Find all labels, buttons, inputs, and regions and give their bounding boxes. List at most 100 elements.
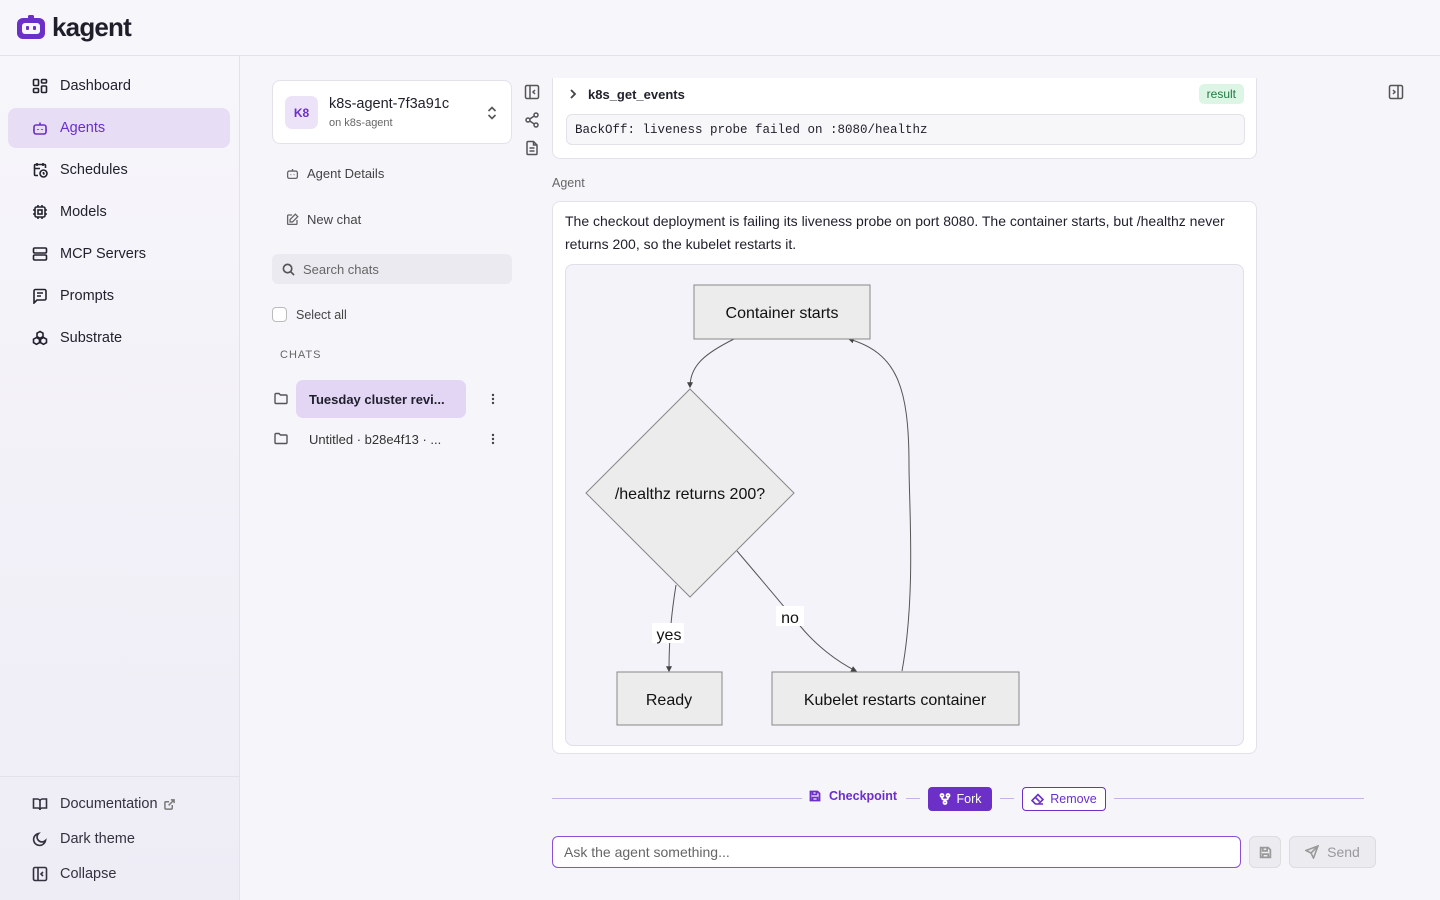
more-vertical-icon[interactable]: [488, 432, 498, 446]
external-link-icon: [163, 798, 175, 810]
cpu-icon: [33, 205, 47, 219]
more-vertical-icon[interactable]: [488, 392, 498, 406]
sidebar-item-prompts[interactable]: Prompts: [8, 276, 230, 316]
sidebar-item-label: Prompts: [60, 288, 114, 304]
sidebar-item-label: Agents: [60, 120, 106, 136]
edge-restart-loop: [847, 337, 912, 672]
brand[interactable]: kagent: [16, 12, 132, 43]
agent-details-link[interactable]: Agent Details: [286, 166, 384, 181]
send-label: Send: [1327, 844, 1360, 860]
checkpoint-divider: [906, 798, 920, 799]
checkpoint-marker: Checkpoint: [809, 789, 897, 803]
sidebar-item-substrate[interactable]: Substrate: [8, 318, 230, 358]
dashboard-icon: [32, 78, 48, 94]
sidebar-item-label: MCP Servers: [60, 246, 146, 262]
tool-output: BackOff: liveness probe failed on :8080/…: [566, 114, 1245, 145]
square-pen-icon: [286, 213, 299, 226]
book-open-icon: [32, 798, 48, 811]
checkpoint-divider: [552, 798, 802, 799]
panel-left-icon[interactable]: [524, 84, 540, 100]
save-icon: [809, 790, 821, 802]
file-text-icon[interactable]: [524, 140, 540, 156]
message-square-text-icon: [33, 288, 47, 304]
node-label: Ready: [646, 692, 692, 709]
edge-start-to-decision: [687, 338, 735, 389]
search-chats-input[interactable]: Search chats: [272, 254, 512, 284]
chats-heading: CHATS: [280, 349, 322, 361]
save-icon: [1259, 846, 1271, 858]
agent-details-label: Agent Details: [307, 166, 385, 181]
flowchart-svg: yes no Container starts /healthz returns…: [585, 284, 1020, 726]
status-badge: result: [1198, 84, 1244, 104]
message-role-label: Agent: [552, 176, 585, 190]
select-all-label: Select all: [296, 307, 347, 322]
select-all-control[interactable]: Select all: [272, 307, 347, 322]
agent-namespace: on k8s-agent: [329, 117, 393, 129]
chat-input[interactable]: [552, 836, 1241, 868]
agent-selector[interactable]: K8 k8s-agent-7f3a91c on k8s-agent: [272, 80, 512, 144]
bot-icon: [33, 122, 47, 135]
folder-icon[interactable]: [274, 432, 288, 445]
chat-title[interactable]: Tuesday cluster revi...: [296, 380, 466, 418]
sidebar-footer: Documentation Dark theme Collapse: [0, 776, 239, 900]
folder-icon[interactable]: [274, 392, 288, 405]
remove-label: Remove: [1050, 792, 1097, 806]
sidebar-item-agents[interactable]: Agents: [8, 108, 230, 148]
checkpoint-divider: [1114, 798, 1364, 799]
agent-avatar: K8: [285, 96, 318, 129]
search-icon: [282, 263, 295, 276]
checkpoint-label: Checkpoint: [829, 789, 898, 803]
sidebar-item-schedules[interactable]: Schedules: [8, 150, 230, 190]
send-icon: [1305, 845, 1320, 859]
chat-title[interactable]: Untitled · b28e4f13 · ...: [296, 420, 466, 458]
theme-label: Dark theme: [60, 831, 135, 847]
agent-message: The checkout deployment is failing its l…: [552, 201, 1257, 754]
moon-icon: [32, 832, 47, 847]
sidebar-item-label: Models: [60, 204, 107, 220]
chevron-right-icon[interactable]: [567, 88, 579, 100]
chat-list-item[interactable]: Tuesday cluster revi...: [272, 380, 504, 418]
checkpoint-divider: [1000, 798, 1014, 799]
eraser-icon: [1031, 793, 1045, 805]
sidebar-item-label: Dashboard: [60, 78, 131, 94]
collapse-label: Collapse: [60, 866, 117, 882]
calendar-clock-icon: [33, 163, 48, 178]
send-button[interactable]: Send: [1289, 836, 1376, 868]
theme-toggle[interactable]: Dark theme: [32, 831, 135, 847]
server-icon: [32, 247, 48, 261]
documentation-link[interactable]: Documentation: [32, 796, 175, 812]
share-icon[interactable]: [524, 112, 540, 128]
sidebar-item-models[interactable]: Models: [8, 192, 230, 232]
sidebar-item-dashboard[interactable]: Dashboard: [8, 66, 230, 106]
node-label: Kubelet restarts container: [804, 692, 987, 709]
boxes-icon: [32, 330, 48, 346]
select-all-checkbox[interactable]: [272, 307, 287, 322]
git-fork-icon: [939, 793, 950, 805]
bot-icon: [286, 169, 299, 180]
chevrons-up-down-icon: [487, 106, 497, 120]
fork-button[interactable]: Fork: [928, 787, 992, 811]
sidebar-item-mcp-servers[interactable]: MCP Servers: [8, 234, 230, 274]
collapse-sidebar-button[interactable]: Collapse: [32, 866, 116, 882]
documentation-label: Documentation: [60, 796, 158, 812]
edge-label-no: no: [781, 610, 799, 627]
save-checkpoint-button[interactable]: [1249, 836, 1281, 868]
fork-label: Fork: [956, 792, 982, 806]
top-bar: kagent: [0, 0, 1440, 56]
remove-button[interactable]: Remove: [1022, 787, 1106, 811]
sidebar-item-label: Substrate: [60, 330, 123, 346]
chat-list-item[interactable]: Untitled · b28e4f13 · ...: [272, 420, 504, 458]
search-placeholder: Search chats: [303, 261, 379, 277]
agent-name: k8s-agent-7f3a91c: [329, 96, 450, 112]
brand-name: kagent: [52, 12, 132, 42]
edge-label-yes: yes: [657, 627, 682, 644]
message-text: The checkout deployment is failing its l…: [565, 213, 1225, 252]
kagent-logo-icon: [17, 14, 45, 39]
panel-left-close-icon: [32, 866, 48, 882]
flowchart-diagram: yes no Container starts /healthz returns…: [565, 264, 1244, 746]
node-label: Container starts: [726, 305, 839, 322]
panel-right-icon[interactable]: [1388, 84, 1404, 100]
new-chat-button[interactable]: New chat: [286, 212, 361, 227]
sidebar: Dashboard Agents Schedules Models MCP Se…: [0, 56, 240, 900]
tool-name[interactable]: k8s_get_events: [588, 87, 685, 102]
